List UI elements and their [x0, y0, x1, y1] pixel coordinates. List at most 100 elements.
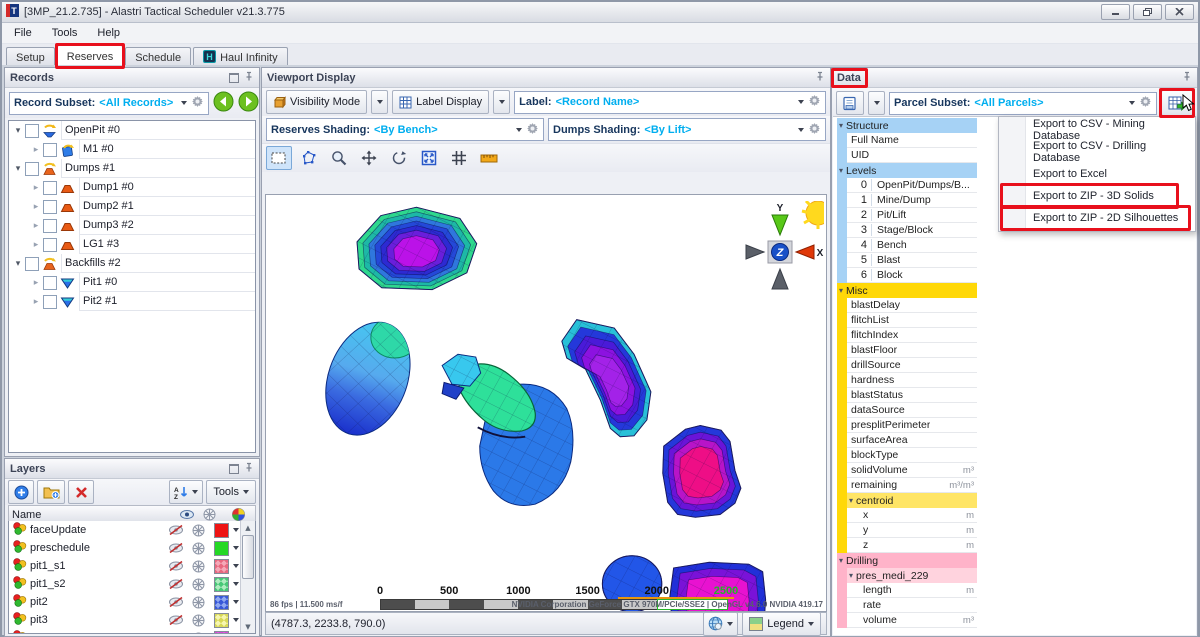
data-field-row[interactable]: length m — [837, 583, 977, 598]
data-field-row[interactable]: rate — [837, 598, 977, 613]
layer-row[interactable]: pit1_s2 — [9, 575, 255, 593]
layer-color-cell[interactable] — [210, 576, 233, 592]
chevron-down-icon[interactable] — [233, 528, 239, 532]
color-swatch[interactable] — [214, 576, 229, 592]
zoom-tool[interactable] — [326, 146, 352, 170]
expand-arrow-icon[interactable]: ▸ — [29, 183, 43, 193]
collapse-arrow-icon[interactable]: ▾ — [11, 259, 25, 269]
export-button[interactable] — [1159, 88, 1195, 118]
pin-icon[interactable] — [815, 71, 825, 84]
layer-color-cell[interactable] — [210, 540, 233, 556]
reserves-shading-dropdown[interactable]: Reserves Shading: <By Bench> — [266, 118, 544, 141]
restore-button[interactable] — [1133, 4, 1162, 20]
context-menu-item[interactable]: Export to CSV - Mining Database — [999, 118, 1195, 142]
label-display-dropdown[interactable] — [493, 90, 511, 114]
polygon-select-tool[interactable] — [296, 146, 322, 170]
data-field-row[interactable]: 0 OpenPit/Dumps/B... — [837, 178, 977, 193]
menu-item-help[interactable]: Help — [87, 25, 130, 41]
data-field-row[interactable]: hardness — [837, 373, 977, 388]
data-field-row[interactable]: flitchList — [837, 313, 977, 328]
tree-row[interactable]: ▾ Dumps #1 — [9, 159, 255, 178]
data-section-header[interactable]: ▾ Levels — [837, 163, 977, 178]
tree-checkbox[interactable] — [25, 123, 39, 138]
tree-row[interactable]: ▸ Pit2 #1 — [9, 292, 255, 311]
data-field-row[interactable]: remaining m³/m³ — [837, 478, 977, 493]
pin-icon[interactable] — [244, 462, 254, 475]
data-field-row[interactable]: surfaceArea — [837, 433, 977, 448]
menu-item-tools[interactable]: Tools — [42, 25, 88, 41]
layer-color-cell[interactable] — [210, 594, 233, 610]
color-swatch[interactable] — [214, 558, 229, 574]
gear-icon[interactable] — [808, 122, 821, 138]
data-field-row[interactable]: blastFloor — [837, 343, 977, 358]
expand-arrow-icon[interactable]: ▸ — [29, 221, 43, 231]
data-field-row[interactable]: dataSource — [837, 403, 977, 418]
tree-row[interactable]: ▸ Pit1 #0 — [9, 273, 255, 292]
color-swatch[interactable] — [214, 612, 229, 628]
section-collapse-icon[interactable]: ▾ — [849, 496, 853, 505]
data-subsection-header[interactable]: ▾ centroid — [837, 493, 977, 508]
scrollbar-thumb[interactable] — [242, 535, 254, 579]
tree-row[interactable]: ▸ Dump1 #0 — [9, 178, 255, 197]
tree-checkbox[interactable] — [43, 218, 57, 233]
chevron-down-icon[interactable] — [233, 600, 239, 604]
visibility-off-icon[interactable] — [164, 632, 187, 633]
tree-row[interactable]: ▸ Dump3 #2 — [9, 216, 255, 235]
context-menu-item[interactable]: Export to CSV - Drilling Database — [999, 140, 1195, 164]
rectangle-select-tool[interactable] — [266, 146, 292, 170]
data-field-row[interactable]: 3 Stage/Block — [837, 223, 977, 238]
layer-color-cell[interactable] — [210, 522, 233, 538]
wireframe-icon[interactable] — [187, 542, 210, 555]
tree-checkbox[interactable] — [25, 161, 39, 176]
data-section-header[interactable]: ▾ Misc — [837, 283, 977, 298]
add-layer-button[interactable] — [8, 480, 34, 504]
data-field-row[interactable]: blastDelay — [837, 298, 977, 313]
data-field-row[interactable]: blastStatus — [837, 388, 977, 403]
tree-checkbox[interactable] — [43, 237, 57, 252]
tree-checkbox[interactable] — [25, 256, 39, 271]
data-field-row[interactable]: blockType — [837, 448, 977, 463]
layer-tools-button[interactable]: Tools — [206, 480, 256, 504]
orbit-tool[interactable] — [386, 146, 412, 170]
data-field-row[interactable]: zm — [837, 538, 977, 553]
data-section-header[interactable]: ▾ Structure — [837, 118, 977, 133]
gear-icon[interactable] — [1139, 95, 1152, 111]
import-layer-button[interactable] — [37, 480, 65, 504]
tree-checkbox[interactable] — [43, 180, 57, 195]
minimize-button[interactable] — [1101, 4, 1130, 20]
viewport-3d[interactable]: 0 500 1000 1500 2000 2500 Y Z X 86 fps | 11.500… — [265, 194, 827, 612]
layer-row[interactable]: pit1_s1 — [9, 557, 255, 575]
tree-checkbox[interactable] — [43, 275, 57, 290]
wireframe-icon[interactable] — [187, 524, 210, 537]
tab-haul-infinity[interactable]: H Haul Infinity — [193, 47, 288, 67]
pin-icon[interactable] — [1182, 71, 1192, 84]
visibility-off-icon[interactable] — [164, 578, 187, 590]
wireframe-icon[interactable] — [187, 632, 210, 633]
previous-record-button[interactable] — [213, 91, 234, 115]
data-field-row[interactable]: xm — [837, 508, 977, 523]
float-window-icon[interactable] — [229, 72, 239, 83]
delete-layer-button[interactable] — [68, 480, 94, 504]
visibility-off-icon[interactable] — [164, 524, 187, 536]
visibility-mode-button[interactable]: Visibility Mode — [266, 90, 368, 114]
context-menu-item[interactable]: Export to ZIP - 3D Solids — [999, 183, 1195, 209]
section-collapse-icon[interactable]: ▾ — [839, 166, 843, 175]
layer-row[interactable]: pit2 — [9, 593, 255, 611]
tree-row[interactable]: ▸ M1 #0 — [9, 140, 255, 159]
visibility-off-icon[interactable] — [164, 560, 187, 572]
report-dropdown[interactable] — [868, 91, 885, 115]
data-field-row[interactable]: UID — [837, 148, 977, 163]
gear-icon[interactable] — [191, 95, 204, 111]
layer-color-cell[interactable] — [210, 630, 233, 633]
sort-layers-button[interactable]: AZ — [169, 480, 204, 504]
gear-icon[interactable] — [808, 94, 821, 110]
ruler-tool[interactable] — [476, 146, 502, 170]
scroll-up-icon[interactable]: ▲ — [241, 521, 255, 534]
data-field-row[interactable]: volume m³ — [837, 613, 977, 628]
visibility-off-icon[interactable] — [164, 596, 187, 608]
float-window-icon[interactable] — [229, 463, 239, 474]
dumps-shading-dropdown[interactable]: Dumps Shading: <By Lift> — [548, 118, 826, 141]
data-subsection-header[interactable]: ▾ pres_medi_229 — [837, 568, 977, 583]
data-field-row[interactable]: presplitPerimeter — [837, 418, 977, 433]
data-field-row[interactable]: solidVolume m³ — [837, 463, 977, 478]
